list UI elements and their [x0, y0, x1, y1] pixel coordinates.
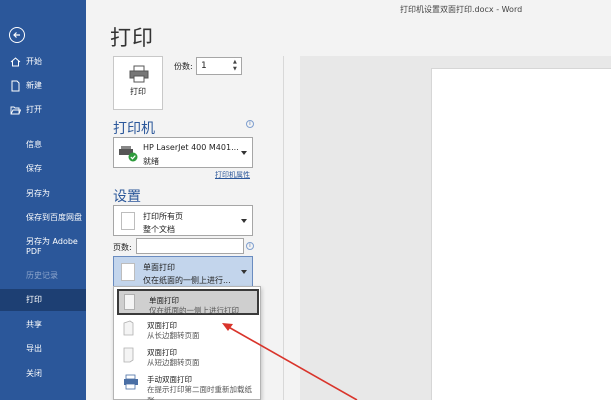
printer-status: 就绪 — [143, 157, 159, 166]
sidebar-item-label: 打印 — [26, 295, 42, 304]
document-icon — [121, 212, 135, 230]
sidebar-item-label: 打开 — [26, 105, 42, 114]
sidebar-item-label: 另存为 — [26, 189, 50, 198]
sidebar-item-save-as[interactable]: 另存为 — [0, 183, 86, 205]
print-range-select[interactable]: 打印所有页 整个文档 — [113, 205, 253, 236]
info-icon[interactable]: i — [246, 242, 254, 250]
settings-heading: 设置 — [113, 189, 141, 205]
sidebar-item-new[interactable]: 新建 — [0, 75, 86, 97]
sidebar-item-label: 导出 — [26, 344, 42, 353]
folder-open-icon — [10, 106, 21, 115]
sidebar-item-label: 新建 — [26, 81, 42, 90]
option-manual-duplex[interactable]: 手动双面打印 在提示打印第二面时重新加载纸张 — [117, 370, 259, 400]
sidebar-item-print[interactable]: 打印 — [0, 289, 86, 311]
sidebar-item-label: 共享 — [26, 320, 42, 329]
duplex-select[interactable]: 单面打印 仅在纸面的一侧上进行... — [113, 256, 253, 288]
sidebar-item-label: 保存到百度网盘 — [26, 213, 82, 222]
chevron-down-icon — [241, 151, 247, 155]
backstage-sidebar: 开始 新建 打开 信息 保存 另存为 保存到百度网盘 另存为 Adobe PDF… — [0, 0, 86, 400]
copies-stepper[interactable]: 1 ▲ ▼ — [196, 57, 242, 75]
option-detail: 从短边翻转页面 — [147, 358, 200, 367]
chevron-down-icon — [241, 270, 247, 274]
pages-label: 页数: — [113, 243, 132, 252]
duplex-short-edge-icon — [123, 347, 134, 363]
spinner-arrows-icon[interactable]: ▲ ▼ — [233, 59, 239, 73]
new-document-icon — [11, 80, 20, 92]
option-detail: 仅在纸面的一侧上进行打印 — [149, 306, 239, 315]
duplex-options-list: 单面打印 仅在纸面的一侧上进行打印 双面打印 从长边翻转页面 双面打印 从短边翻… — [113, 286, 261, 400]
sidebar-item-label: 信息 — [26, 140, 42, 149]
duplex-detail: 仅在纸面的一侧上进行... — [143, 276, 231, 285]
sidebar-item-label: 另存为 Adobe — [26, 237, 78, 246]
option-duplex-long-edge[interactable]: 双面打印 从长边翻转页面 — [117, 316, 259, 342]
page-title: 打印 — [110, 26, 154, 50]
printer-ready-icon — [119, 146, 138, 162]
duplex-long-edge-icon — [123, 320, 134, 336]
chevron-down-icon — [241, 219, 247, 223]
option-detail: 从长边翻转页面 — [147, 331, 200, 340]
sidebar-item-label: 关闭 — [26, 369, 42, 378]
copies-value: 1 — [201, 61, 207, 71]
print-button[interactable]: 打印 — [113, 56, 163, 110]
sidebar-item-label: 历史记录 — [26, 271, 58, 280]
option-duplex-short-edge[interactable]: 双面打印 从短边翻转页面 — [117, 343, 259, 369]
sidebar-item-info[interactable]: 信息 — [0, 134, 86, 156]
option-detail: 在提示打印第二面时重新加载纸张 — [147, 385, 252, 400]
info-icon[interactable]: i — [246, 120, 254, 128]
copies-label: 份数: — [174, 62, 193, 71]
sidebar-item-label: 开始 — [26, 57, 42, 66]
printer-select[interactable]: HP LaserJet 400 M401... 就绪 — [113, 137, 253, 168]
pages-input[interactable] — [136, 238, 244, 254]
single-sided-icon — [124, 294, 135, 310]
preview-page — [431, 68, 611, 400]
duplex-label: 单面打印 — [143, 263, 175, 272]
print-range-label: 打印所有页 — [143, 212, 183, 221]
arrow-left-icon — [13, 32, 20, 38]
sidebar-item-label: 保存 — [26, 164, 42, 173]
printer-properties-link[interactable]: 打印机属性 — [215, 170, 250, 180]
sidebar-item-open[interactable]: 打开 — [0, 99, 86, 121]
panel-divider — [283, 56, 284, 400]
sidebar-item-save-baidu[interactable]: 保存到百度网盘 — [0, 207, 86, 229]
sidebar-item-export[interactable]: 导出 — [0, 338, 86, 360]
sidebar-item-home[interactable]: 开始 — [0, 51, 86, 73]
print-range-detail: 整个文档 — [143, 225, 175, 234]
sidebar-item-history: 历史记录 — [0, 265, 86, 287]
sidebar-item-share[interactable]: 共享 — [0, 314, 86, 336]
home-icon — [10, 57, 21, 67]
sidebar-item-save[interactable]: 保存 — [0, 158, 86, 180]
printer-icon — [129, 65, 149, 83]
manual-duplex-printer-icon — [124, 374, 138, 390]
option-single-sided[interactable]: 单面打印 仅在纸面的一侧上进行打印 — [117, 289, 259, 315]
printer-heading: 打印机 — [113, 121, 155, 137]
back-button[interactable] — [9, 27, 25, 43]
sidebar-item-close[interactable]: 关闭 — [0, 363, 86, 385]
window-title: 打印机设置双面打印.docx - Word — [400, 5, 523, 14]
single-sided-icon — [121, 263, 135, 281]
sidebar-item-label-line2: PDF — [26, 247, 42, 256]
printer-name: HP LaserJet 400 M401... — [143, 143, 239, 152]
sidebar-item-save-as-pdf[interactable]: 另存为 Adobe PDF — [0, 236, 86, 258]
print-button-label: 打印 — [130, 87, 146, 96]
